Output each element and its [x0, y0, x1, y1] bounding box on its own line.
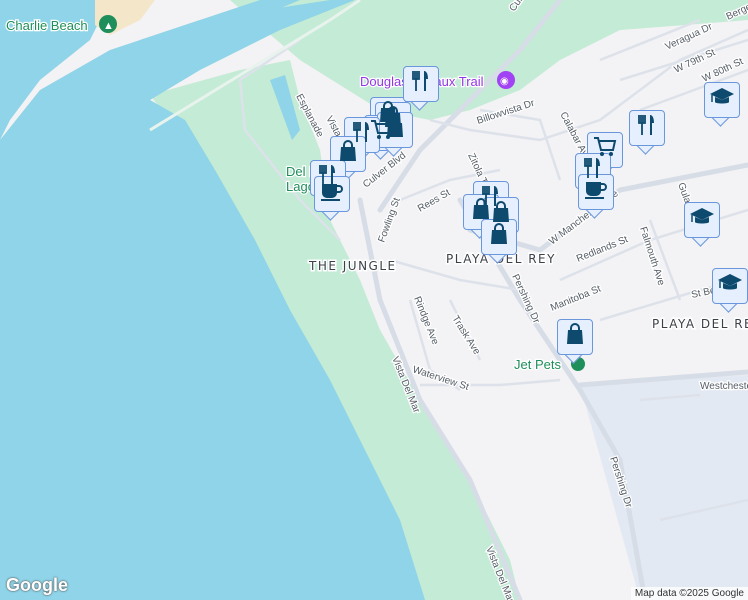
marker-body — [314, 176, 350, 212]
school-icon — [717, 272, 743, 300]
marker-body — [578, 174, 614, 210]
school-icon — [689, 206, 715, 234]
restaurant-icon — [411, 70, 431, 98]
street-westchester: Westchester Pkwy — [700, 381, 748, 392]
marker-body — [704, 82, 740, 118]
marker-school[interactable] — [704, 82, 740, 127]
marker-body — [403, 66, 439, 102]
marker-body — [684, 202, 720, 238]
restaurant-icon — [637, 114, 657, 142]
marker-restaurant[interactable] — [629, 110, 665, 155]
map-canvas[interactable]: Charlie Beach ▲ Douglas Devaux Trail ◉ D… — [0, 0, 748, 600]
map-attribution[interactable]: Map data ©2025 Google — [630, 587, 748, 600]
marker-body — [629, 110, 665, 146]
poi-charlie-beach[interactable]: Charlie Beach — [5, 17, 89, 35]
marker-body — [481, 219, 517, 255]
marker-cafe[interactable] — [314, 176, 350, 221]
marker-school[interactable] — [712, 268, 748, 313]
marker-body — [557, 319, 593, 355]
camera-icon: ◉ — [500, 76, 509, 87]
marker-shopping-bag[interactable] — [557, 319, 593, 364]
shopping-bag-icon — [489, 223, 509, 251]
poi-jet-pets[interactable]: Jet Pets — [513, 356, 563, 374]
neighborhood-the-jungle: THE JUNGLE — [308, 259, 397, 273]
marker-restaurant[interactable] — [403, 66, 439, 111]
neighborhood-playa-del-rey-2: PLAYA DEL REY — [652, 317, 748, 331]
shopping-bag-icon — [565, 323, 585, 351]
tree-icon: ▲ — [103, 20, 114, 32]
marker-shopping-bag[interactable] — [481, 219, 517, 264]
cafe-icon — [320, 180, 344, 208]
marker-school[interactable] — [684, 202, 720, 247]
google-logo[interactable]: Google — [6, 575, 68, 596]
marker-cafe[interactable] — [578, 174, 614, 219]
cafe-icon — [584, 178, 608, 206]
school-icon — [709, 86, 735, 114]
marker-body — [712, 268, 748, 304]
